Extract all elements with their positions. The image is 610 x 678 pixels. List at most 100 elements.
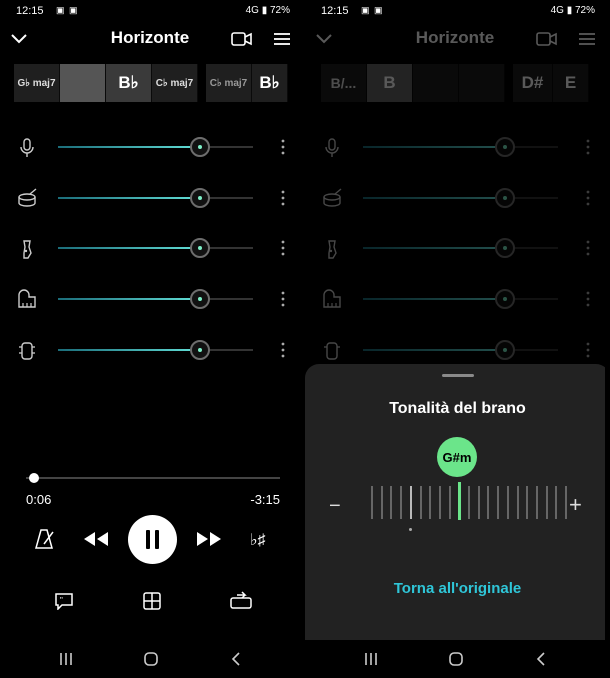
key-dial-tick: [468, 486, 470, 519]
menu-icon: [579, 33, 595, 45]
volume-slider: [363, 340, 558, 360]
key-down-button[interactable]: −: [329, 495, 341, 518]
menu-icon[interactable]: [273, 31, 291, 47]
volume-fill: [58, 197, 201, 199]
volume-slider: [363, 188, 558, 208]
volume-knob[interactable]: [190, 289, 211, 309]
notification-icons: ▣ ▣: [361, 5, 384, 15]
key-dial-tick: [477, 486, 480, 519]
volume-slider: [363, 137, 558, 157]
piano-icon: [323, 289, 341, 308]
grid-icon[interactable]: [143, 592, 161, 610]
key-dial-tick: [409, 486, 412, 519]
track-row: [0, 287, 300, 311]
top-bar: Horizonte: [305, 22, 605, 56]
more-options-icon: [586, 291, 590, 307]
video-icon[interactable]: [231, 31, 253, 47]
key-dial-tick: [419, 486, 422, 519]
volume-fill: [363, 298, 506, 300]
volume-slider: [363, 289, 558, 309]
volume-knob[interactable]: [190, 340, 211, 360]
volume-fill: [363, 146, 506, 148]
battery-label: 72%: [269, 5, 290, 16]
chord-item-current[interactable]: B♭: [106, 64, 152, 102]
fast-forward-icon[interactable]: [195, 530, 223, 548]
back-icon[interactable]: [230, 651, 242, 667]
key-dial-tick: [487, 486, 490, 519]
more-options-icon[interactable]: [276, 290, 290, 308]
key-dial-tick: [497, 486, 500, 519]
volume-knob: [495, 238, 516, 258]
more-options-icon[interactable]: [276, 239, 290, 257]
home-icon[interactable]: [143, 651, 159, 667]
volume-slider[interactable]: [58, 289, 253, 309]
key-dial-tick: [555, 486, 558, 519]
key-dial-tick: [565, 486, 567, 519]
chord-strip[interactable]: G♭ maj7 B♭ C♭ maj7 C♭ maj7 B♭: [14, 64, 288, 102]
recent-apps-icon[interactable]: [363, 652, 379, 666]
bass-icon: [19, 342, 35, 360]
volume-fill: [58, 298, 201, 300]
volume-knob[interactable]: [190, 188, 211, 208]
chord-item: B/...: [321, 64, 367, 102]
volume-knob: [495, 340, 516, 360]
chord-item[interactable]: C♭ maj7: [206, 64, 252, 102]
home-icon[interactable]: [448, 651, 464, 667]
chord-item[interactable]: G♭ maj7: [14, 64, 60, 102]
chord-strip: B/... B D# E: [321, 64, 589, 102]
key-change-button[interactable]: ♭♯: [250, 530, 266, 550]
rewind-icon[interactable]: [82, 530, 110, 548]
current-key-badge: G#m: [437, 437, 477, 477]
back-icon[interactable]: [535, 651, 547, 667]
volume-slider[interactable]: [58, 238, 253, 258]
volume-slider[interactable]: [58, 137, 253, 157]
sheet-title: Tonalità del brano: [389, 400, 526, 417]
svg-text:": ": [60, 596, 63, 605]
key-dial-tick: [380, 486, 383, 519]
status-bar: 12:15 ▣ ▣ 4G ▮ 72%: [0, 0, 300, 22]
chord-item: [413, 64, 459, 102]
original-key-marker: [409, 528, 413, 531]
chord-item[interactable]: [60, 64, 106, 102]
more-options-icon: [586, 190, 590, 206]
volume-fill: [58, 349, 201, 351]
key-up-button[interactable]: +: [569, 492, 582, 518]
more-options-icon: [586, 139, 590, 155]
current-time: 0:06: [26, 492, 52, 507]
track-row: [0, 236, 300, 260]
guitar-icon: [328, 240, 337, 259]
volume-knob[interactable]: [190, 137, 211, 157]
key-dial-tick: [526, 486, 529, 519]
volume-fill: [363, 247, 506, 249]
metronome-icon[interactable]: [34, 528, 56, 550]
pause-button[interactable]: [128, 515, 177, 564]
volume-slider[interactable]: [58, 340, 253, 360]
chord-item[interactable]: B♭: [252, 64, 288, 102]
more-options-icon[interactable]: [276, 341, 290, 359]
volume-slider: [363, 238, 558, 258]
page-title: Horizonte: [415, 28, 495, 47]
chord-item: D#: [513, 64, 553, 102]
volume-knob[interactable]: [190, 238, 211, 258]
more-options-icon[interactable]: [276, 189, 290, 207]
microphone-icon: [325, 138, 339, 157]
playback-progress[interactable]: [26, 473, 280, 483]
reset-original-button[interactable]: Torna all'originale: [305, 580, 605, 597]
left-screen: 12:15 ▣ ▣ 4G ▮ 72% Horizonte G♭ maj7 B♭ …: [0, 0, 300, 678]
status-time: 12:15: [321, 5, 349, 17]
drum-icon: [323, 188, 342, 207]
status-right: 4G ▮ 72%: [550, 5, 595, 16]
network-label: 4G: [245, 5, 259, 16]
key-dial-tick: [400, 486, 403, 519]
drum-icon: [18, 188, 37, 207]
drag-handle[interactable]: [442, 374, 474, 377]
progress-knob[interactable]: [28, 473, 39, 483]
more-options-icon[interactable]: [276, 138, 290, 156]
lyrics-icon[interactable]: ": [54, 592, 74, 610]
recent-apps-icon[interactable]: [58, 652, 74, 666]
key-dial-tick: [371, 486, 373, 519]
volume-slider[interactable]: [58, 188, 253, 208]
status-bar: 12:15 ▣ ▣ 4G ▮ 72%: [305, 0, 605, 22]
chord-item[interactable]: C♭ maj7: [152, 64, 198, 102]
loop-icon[interactable]: [230, 590, 252, 610]
